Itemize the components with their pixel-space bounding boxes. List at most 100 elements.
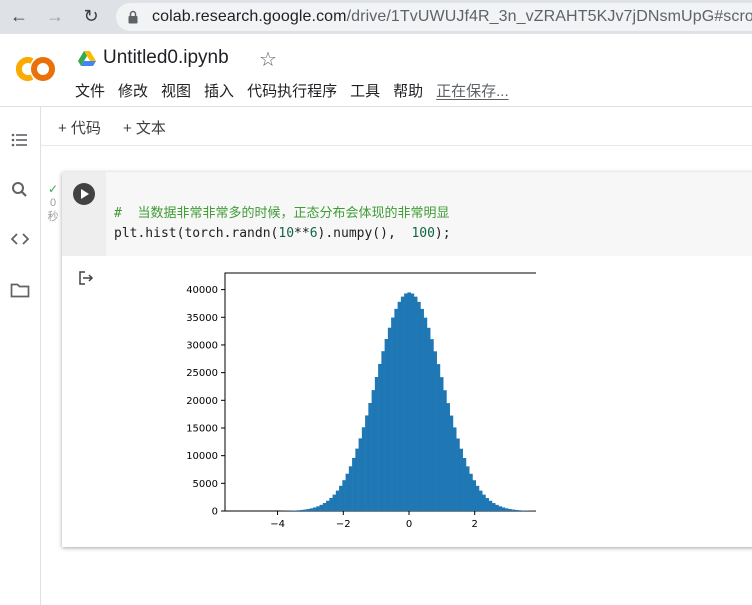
- code-number: 6: [309, 226, 318, 241]
- y-tick-label: 30000: [186, 340, 218, 351]
- histogram-bar: [319, 504, 324, 511]
- histogram-bar: [374, 377, 379, 511]
- colab-logo[interactable]: [12, 52, 60, 86]
- histogram-bar: [293, 510, 298, 511]
- code-token: ).numpy(),: [317, 226, 412, 241]
- x-tick-label: −2: [336, 519, 351, 527]
- menu-help[interactable]: 帮助: [393, 83, 423, 100]
- y-tick-label: 35000: [186, 313, 218, 324]
- forward-arrow-icon[interactable]: →: [44, 5, 66, 27]
- histogram-bar: [449, 415, 454, 511]
- histogram-bar: [491, 503, 496, 511]
- saving-status[interactable]: 正在保存...: [436, 83, 509, 100]
- browser-toolbar: ← → ↻ colab.research.google.com/drive/1T…: [0, 0, 752, 34]
- x-axis: −4−2024: [270, 511, 478, 527]
- histogram-bar: [365, 415, 369, 511]
- output-icon[interactable]: [78, 270, 94, 286]
- histogram-bar: [478, 490, 483, 511]
- histogram-bar: [355, 448, 359, 511]
- run-cell-button[interactable]: [73, 183, 95, 205]
- menu-tools[interactable]: 工具: [350, 83, 380, 100]
- add-text-cell-button[interactable]: + 文本: [123, 120, 166, 137]
- y-tick-label: 0: [212, 507, 218, 518]
- cell-gutter: [62, 172, 106, 256]
- histogram-bar: [452, 427, 457, 511]
- notebook-toolbar: + 代码 + 文本: [58, 117, 188, 138]
- histogram-bar: [446, 403, 450, 511]
- success-check-icon: ✓: [47, 182, 59, 196]
- histogram-bar: [514, 509, 519, 511]
- code-editor[interactable]: # 当数据非常非常多的时候，正态分布会体现的非常明显 plt.hist(torc…: [106, 172, 752, 256]
- star-icon[interactable]: ☆: [259, 47, 277, 72]
- code-token: **: [294, 226, 310, 241]
- menu-view[interactable]: 视图: [161, 83, 191, 100]
- histogram-bar: [306, 509, 311, 511]
- code-cell[interactable]: # 当数据非常非常多的时候，正态分布会体现的非常明显 plt.hist(torc…: [62, 172, 752, 547]
- histogram-bar: [296, 510, 301, 511]
- histogram-bar: [407, 292, 411, 511]
- histogram-bar: [303, 509, 307, 511]
- histogram-bar: [384, 339, 389, 511]
- google-drive-icon[interactable]: [78, 51, 96, 67]
- histogram-bar: [342, 480, 346, 511]
- url-host: colab.research.google.com: [152, 8, 347, 25]
- histogram-bar: [335, 490, 340, 511]
- menu-edit[interactable]: 修改: [118, 83, 148, 100]
- histogram-bar: [504, 508, 509, 511]
- code-token: plt.hist(torch.randn(: [114, 226, 279, 241]
- menu-bar: 文件 修改 视图 插入 代码执行程序 工具 帮助 正在保存...: [75, 80, 522, 101]
- lock-icon: [128, 10, 138, 24]
- menu-insert[interactable]: 插入: [204, 83, 234, 100]
- code-comment: # 当数据非常非常多的时候，正态分布会体现的非常明显: [114, 206, 450, 221]
- histogram-bar: [508, 509, 512, 511]
- histogram-bar: [420, 308, 424, 511]
- histogram-bar: [511, 509, 516, 511]
- histogram-bar: [433, 351, 437, 511]
- histogram-bar: [456, 438, 460, 511]
- histogram-bar: [410, 293, 415, 511]
- toolbar-divider: [40, 145, 752, 146]
- y-tick-label: 40000: [186, 285, 218, 296]
- table-of-contents-icon[interactable]: [9, 129, 31, 151]
- histogram-bar: [459, 448, 463, 511]
- y-axis: 0 5000 10000 15000 20000 25000 30000 35000 40000: [186, 285, 225, 518]
- reload-icon[interactable]: ↻: [80, 5, 102, 27]
- histogram-bar: [488, 500, 493, 511]
- y-tick-label: 5000: [193, 479, 218, 490]
- folder-icon[interactable]: [9, 279, 31, 301]
- histogram-bar: [326, 500, 330, 511]
- histogram-bar: [378, 363, 382, 511]
- histogram-bar: [400, 296, 405, 511]
- histogram-plot: 0 5000 10000 15000 20000 25000 30000 35000 40000…: [186, 272, 536, 527]
- histogram-bar: [443, 390, 447, 511]
- histogram-bar: [332, 494, 337, 511]
- code-snippets-icon[interactable]: [9, 228, 31, 250]
- x-tick-label: 2: [472, 519, 478, 527]
- histogram-bar: [381, 351, 385, 511]
- histogram-bar: [345, 473, 350, 511]
- histogram-bar: [469, 473, 473, 511]
- histogram-bar: [316, 506, 320, 511]
- histogram-bar: [313, 507, 317, 511]
- address-bar[interactable]: colab.research.google.com/drive/1TvUWUJf…: [116, 3, 752, 31]
- back-arrow-icon[interactable]: ←: [8, 5, 30, 27]
- histogram-bar: [439, 377, 444, 511]
- histogram-bar: [501, 507, 506, 511]
- histogram-bar: [329, 497, 333, 511]
- search-icon[interactable]: [9, 179, 31, 201]
- histogram-bar: [413, 296, 418, 511]
- histogram-bar: [472, 480, 476, 511]
- histogram-bar: [417, 301, 421, 511]
- add-code-cell-button[interactable]: + 代码: [58, 120, 101, 137]
- y-tick-label: 10000: [186, 451, 218, 462]
- notebook-title[interactable]: Untitled0.ipynb: [103, 47, 229, 69]
- histogram-bar: [498, 506, 503, 511]
- histogram-bar: [430, 339, 434, 511]
- code-number: 100: [411, 226, 435, 241]
- menu-runtime[interactable]: 代码执行程序: [247, 83, 337, 100]
- histogram-bar: [465, 466, 470, 511]
- menu-file[interactable]: 文件: [75, 83, 105, 100]
- histogram-bar: [358, 438, 363, 511]
- code-text: # 当数据非常非常多的时候，正态分布会体现的非常明显 plt.hist(torc…: [114, 204, 451, 244]
- histogram-bar: [397, 301, 402, 511]
